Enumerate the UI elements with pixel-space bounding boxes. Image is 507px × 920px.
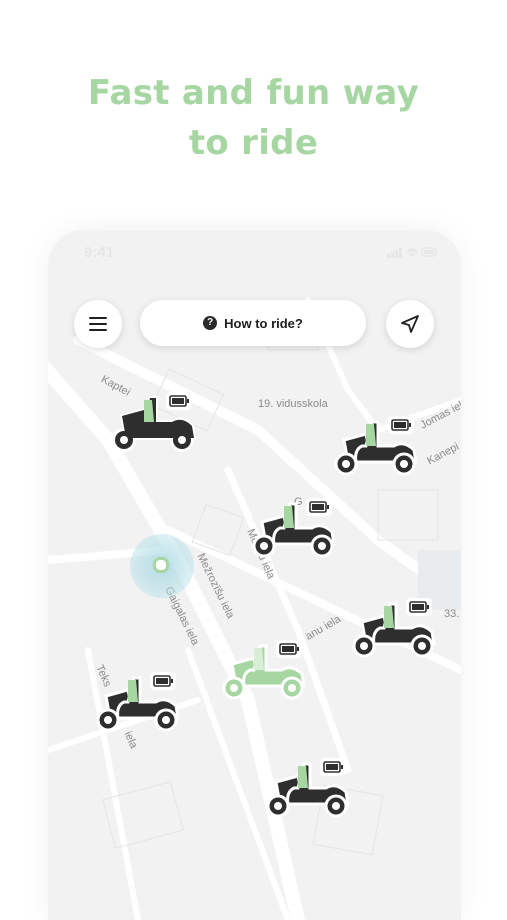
- scooter-marker[interactable]: [110, 392, 198, 454]
- scooter-marker[interactable]: [332, 416, 420, 478]
- street-label-33: 33.: [444, 608, 460, 620]
- wifi-icon: [406, 248, 418, 257]
- scooter-marker-selected[interactable]: [220, 640, 308, 702]
- headline-line-2: to ride: [188, 123, 319, 163]
- how-to-ride-label: How to ride?: [224, 315, 303, 331]
- battery-full-icon: [406, 598, 432, 616]
- menu-button[interactable]: [74, 300, 122, 348]
- question-circle-icon: ?: [203, 316, 218, 330]
- battery-full-icon: [320, 758, 346, 776]
- scooter-marker[interactable]: [350, 598, 438, 660]
- battery-full-icon: [166, 392, 192, 410]
- scooter-marker[interactable]: [264, 758, 352, 820]
- headline-line-1: Fast and fun way: [87, 73, 420, 113]
- scooter-marker[interactable]: [250, 498, 338, 560]
- hamburger-menu-icon: [89, 317, 107, 331]
- building-3: [377, 489, 439, 541]
- signal-icon: [387, 254, 390, 258]
- battery-full-icon: [276, 640, 302, 658]
- poi-label-school: 19. vidusskola: [258, 398, 328, 410]
- status-time: 9:41: [84, 244, 115, 261]
- headline: Fast and fun way to ride: [0, 68, 507, 168]
- battery-full-icon: [306, 498, 332, 516]
- battery-full-icon: [150, 672, 176, 690]
- user-location-dot: [153, 557, 169, 573]
- phone-screen: 9:41 ? How to ride? Kaptei 19. vidusskol…: [48, 230, 461, 920]
- navigation-arrow-icon: [401, 315, 419, 333]
- status-icons: [387, 247, 437, 258]
- battery-full-icon: [388, 416, 414, 434]
- user-location-marker: [130, 534, 194, 598]
- locate-me-button[interactable]: [386, 300, 434, 348]
- how-to-ride-button[interactable]: ? How to ride?: [140, 300, 366, 346]
- status-bar: 9:41: [48, 230, 461, 274]
- scooter-marker[interactable]: [94, 672, 182, 734]
